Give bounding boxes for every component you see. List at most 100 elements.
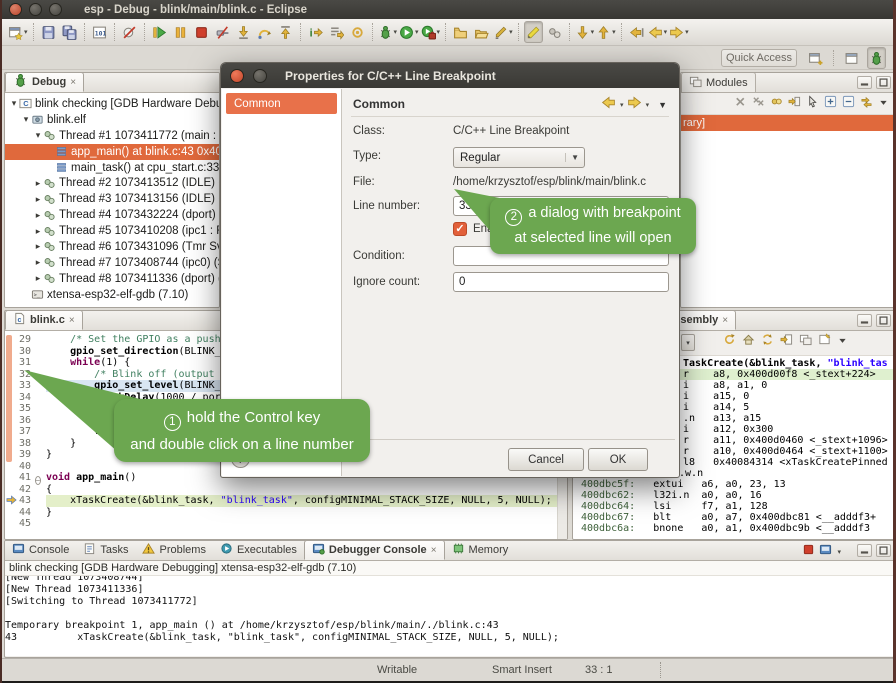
last-edit-icon[interactable]: [627, 21, 646, 43]
tab-modules[interactable]: Modules: [681, 72, 756, 92]
chevron-down-icon[interactable]: ▾: [664, 28, 668, 36]
disassembly-row[interactable]: 400dbc67: blt a0, a7, 0x400dbc81 <__addd…: [573, 512, 895, 523]
debug-context-icon[interactable]: [348, 21, 367, 43]
line-number[interactable]: 39: [5, 449, 35, 460]
save-all-icon[interactable]: [60, 21, 79, 43]
debug-tree-item[interactable]: ▾Thread #1 1073411772 (main : Running): [5, 128, 219, 144]
minimize-icon[interactable]: [857, 314, 872, 327]
chevron-down-icon[interactable]: ▾: [620, 101, 624, 109]
save-icon[interactable]: [39, 21, 58, 43]
debug-tree-item[interactable]: ▾Cblink checking [GDB Hardware Debugging…: [5, 96, 219, 112]
terminate-console-icon[interactable]: [802, 543, 815, 561]
tree-collapsed-icon[interactable]: ▸: [33, 178, 43, 189]
deselect-icon[interactable]: [806, 95, 819, 113]
debug-tree-item[interactable]: ▸Thread #6 1073431096 (Tmr Svc) (Suspend…: [5, 239, 219, 255]
close-icon[interactable]: ×: [722, 315, 728, 326]
debug-tree-item[interactable]: ▸Thread #8 1073411336 (dport) (Suspended…: [5, 271, 219, 287]
line-number[interactable]: 45: [5, 518, 35, 529]
view-menu-icon[interactable]: [837, 333, 848, 351]
tree-expanded-icon[interactable]: ▾: [9, 98, 19, 109]
tree-expanded-icon[interactable]: ▾: [33, 130, 43, 141]
debug-tree-item[interactable]: ▸Thread #5 1073410208 (ipc1 : Running): [5, 223, 219, 239]
debug-tree-item[interactable]: ▸Thread #2 1073413512 (IDLE) (Suspended): [5, 175, 219, 191]
tab-debugger-console[interactable]: Debugger Console×: [304, 540, 445, 560]
instruction-step-icon[interactable]: i: [306, 21, 325, 43]
disassembly-row[interactable]: 400dbc62: l32i.n a0, a0, 16: [573, 490, 895, 501]
load-symbols-icon[interactable]: [788, 95, 801, 113]
code-line[interactable]: 45: [5, 518, 567, 530]
tab-console[interactable]: Console: [5, 540, 76, 560]
line-number[interactable]: 29: [5, 334, 35, 345]
maximize-icon[interactable]: [876, 314, 891, 327]
search-pen-icon[interactable]: ▾: [493, 21, 513, 43]
line-number[interactable]: 33: [5, 380, 35, 391]
run-icon[interactable]: ▾: [399, 21, 419, 43]
maximize-icon[interactable]: [876, 544, 891, 557]
chevron-down-icon[interactable]: ▾: [612, 28, 616, 36]
debug-tree-item[interactable]: app_main() at blink.c:43 0x400db8ab: [5, 144, 219, 160]
tab-problems[interactable]: Problems: [135, 540, 212, 560]
debug-tree-item[interactable]: ▸Thread #4 1073432224 (dport) (Suspended…: [5, 207, 219, 223]
cancel-button[interactable]: Cancel: [508, 448, 584, 471]
tab-executables[interactable]: Executables: [213, 540, 304, 560]
external-tools-icon[interactable]: ▾: [421, 21, 441, 43]
tab-debug[interactable]: Debug ×: [5, 72, 84, 92]
display-console-icon[interactable]: [819, 543, 832, 561]
link-icon[interactable]: [860, 95, 873, 113]
line-number[interactable]: 32: [5, 369, 35, 380]
console-output[interactable]: [New Thread 1073408744][New Thread 10734…: [5, 576, 895, 656]
code-line[interactable]: 42{: [5, 484, 567, 496]
chevron-down-icon[interactable]: ▾: [646, 101, 650, 109]
ok-button[interactable]: OK: [588, 448, 648, 471]
back-icon[interactable]: ▾: [648, 21, 668, 43]
line-number[interactable]: 31: [5, 357, 35, 368]
close-icon[interactable]: ×: [70, 77, 76, 88]
close-icon[interactable]: ×: [69, 315, 75, 326]
quick-access-button[interactable]: Quick Access: [721, 49, 797, 67]
disassembly-row[interactable]: 400dbc64: lsi f7, a1, 128: [573, 501, 895, 512]
new-wizard-icon[interactable]: ▾: [8, 21, 28, 43]
collapse-icon[interactable]: [842, 95, 855, 113]
home-icon[interactable]: [742, 333, 755, 351]
dialog-close-button[interactable]: [230, 69, 244, 83]
step-filters-icon[interactable]: [327, 21, 346, 43]
tab-tasks[interactable]: Tasks: [76, 540, 135, 560]
type-select[interactable]: Regular ▼: [453, 147, 585, 168]
dialog-nav-common[interactable]: Common: [226, 93, 337, 114]
forward-icon[interactable]: ▾: [669, 21, 689, 43]
tree-expanded-icon[interactable]: ▾: [21, 114, 31, 125]
line-number[interactable]: 44: [5, 507, 35, 518]
view-menu-icon[interactable]: ▼: [658, 100, 667, 110]
tree-collapsed-icon[interactable]: ▸: [33, 194, 43, 205]
sync-icon[interactable]: [761, 333, 774, 351]
tree-collapsed-icon[interactable]: ▸: [33, 257, 43, 268]
chevron-down-icon[interactable]: ▾: [415, 28, 419, 36]
window-minimize-button[interactable]: [29, 3, 42, 16]
chevron-down-icon[interactable]: ▾: [681, 334, 695, 351]
step-return-icon[interactable]: [276, 21, 295, 43]
disassembly-row[interactable]: 400dbc5f: extui a6, a0, 23, 13: [573, 479, 895, 490]
disconnect-icon[interactable]: [213, 21, 232, 43]
line-number[interactable]: 30: [5, 346, 35, 357]
step-into-icon[interactable]: [234, 21, 253, 43]
line-number[interactable]: 38: [5, 438, 35, 449]
expand-icon[interactable]: [824, 95, 837, 113]
modules-selected-row[interactable]: rary]: [681, 115, 895, 131]
new-view-icon[interactable]: [799, 333, 812, 351]
resume-icon[interactable]: [150, 21, 169, 43]
occurrences-icon[interactable]: [545, 21, 564, 43]
window-close-button[interactable]: [9, 3, 22, 16]
chevron-down-icon[interactable]: ▾: [394, 28, 398, 36]
tab-memory[interactable]: Memory: [445, 540, 516, 560]
chevron-down-icon[interactable]: ▾: [509, 28, 513, 36]
maximize-icon[interactable]: [876, 76, 891, 89]
pin-icon[interactable]: [818, 333, 831, 351]
tree-collapsed-icon[interactable]: ▸: [33, 273, 43, 284]
debug-tree-item[interactable]: ▸Thread #3 1073413156 (IDLE) (Suspended): [5, 191, 219, 207]
close-icon[interactable]: ×: [431, 545, 437, 556]
line-number[interactable]: 40: [5, 461, 35, 472]
enabled-checkbox[interactable]: ✓: [453, 222, 467, 236]
new-folder-icon[interactable]: [451, 21, 470, 43]
debug-tree-item[interactable]: main_task() at cpu_start.c:339 0x400d0ac…: [5, 160, 219, 176]
chevron-down-icon[interactable]: ▾: [437, 28, 441, 36]
